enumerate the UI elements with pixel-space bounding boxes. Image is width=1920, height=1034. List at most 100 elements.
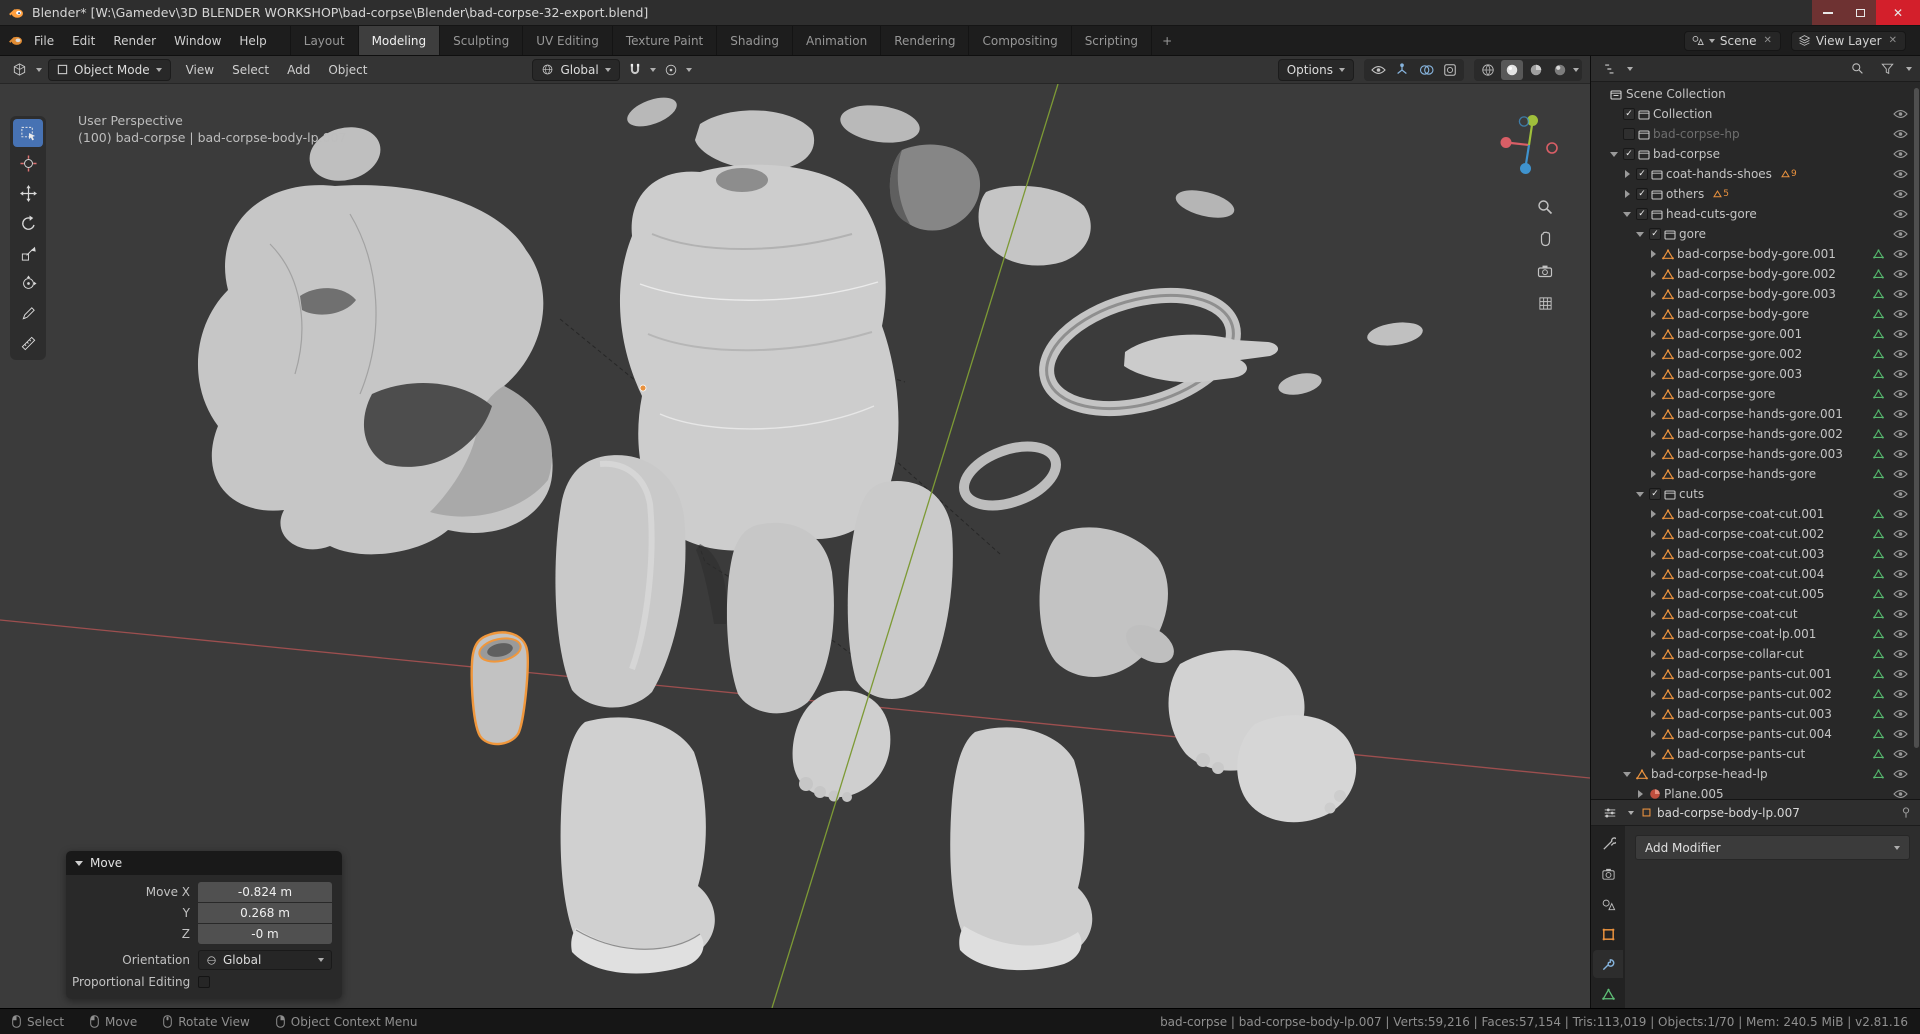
- pan-hand-icon[interactable]: [1534, 228, 1556, 250]
- view-layer-remove-icon[interactable]: ✕: [1887, 35, 1899, 46]
- expand-icon[interactable]: [1647, 608, 1659, 620]
- properties-editor-type-button[interactable]: [1599, 803, 1621, 823]
- properties-tab-data[interactable]: [1593, 980, 1623, 1008]
- menu-file[interactable]: File: [25, 30, 63, 52]
- properties-tab-object[interactable]: [1593, 920, 1623, 948]
- expand-icon[interactable]: [1647, 668, 1659, 680]
- blender-menu-logo-icon[interactable]: [8, 33, 23, 48]
- snap-dropdown-icon[interactable]: [649, 67, 656, 72]
- outliner-row[interactable]: bad-corpse-coat-cut: [1591, 604, 1920, 624]
- expand-icon[interactable]: [1647, 628, 1659, 640]
- visibility-eye-icon[interactable]: [1893, 789, 1908, 799]
- properties-tab-modifier[interactable]: [1593, 950, 1623, 978]
- filter-icon[interactable]: [1876, 59, 1898, 79]
- field-value-y[interactable]: 0.268 m: [198, 903, 332, 923]
- expand-icon[interactable]: [1647, 528, 1659, 540]
- visibility-eye-icon[interactable]: [1893, 109, 1908, 119]
- scene-selector[interactable]: Scene ✕: [1683, 30, 1781, 51]
- outliner-row[interactable]: bad-corpse-coat-cut.003: [1591, 544, 1920, 564]
- outliner-row[interactable]: bad-corpse-gore.001: [1591, 324, 1920, 344]
- expand-icon[interactable]: [1647, 348, 1659, 360]
- workspace-tab-sculpting[interactable]: Sculpting: [440, 26, 524, 55]
- field-value-move-x[interactable]: -0.824 m: [198, 882, 332, 902]
- visibility-eye-icon[interactable]: [1893, 149, 1908, 159]
- expand-icon[interactable]: [1647, 748, 1659, 760]
- outliner-editor-type-button[interactable]: [1599, 59, 1621, 79]
- menu-edit[interactable]: Edit: [63, 30, 104, 52]
- tool-scale[interactable]: [13, 239, 43, 267]
- visibility-eye-icon[interactable]: [1893, 529, 1908, 539]
- properties-tab-scene[interactable]: [1593, 890, 1623, 918]
- visibility-eye-icon[interactable]: [1893, 269, 1908, 279]
- visibility-eye-icon[interactable]: [1893, 129, 1908, 139]
- outliner-row[interactable]: bad-corpse-gore: [1591, 384, 1920, 404]
- minimize-button[interactable]: [1812, 0, 1844, 25]
- outliner-row[interactable]: bad-corpse-pants-cut.003: [1591, 704, 1920, 724]
- camera-view-icon[interactable]: [1534, 260, 1556, 282]
- outliner-row[interactable]: bad-corpse-body-gore.003: [1591, 284, 1920, 304]
- outliner-row[interactable]: bad-corpse-pants-cut.001: [1591, 664, 1920, 684]
- expand-icon[interactable]: [1647, 468, 1659, 480]
- visibility-eye-icon[interactable]: [1893, 709, 1908, 719]
- gizmos-dropdown[interactable]: [1391, 60, 1413, 80]
- filter-dropdown-icon[interactable]: [1906, 66, 1912, 71]
- outliner-row[interactable]: bad-corpse-gore.002: [1591, 344, 1920, 364]
- editor-type-button[interactable]: [8, 60, 30, 80]
- outliner-row[interactable]: bad-corpse-body-gore.001: [1591, 244, 1920, 264]
- outliner-row[interactable]: bad-corpse-coat-lp.001: [1591, 624, 1920, 644]
- overlays-dropdown[interactable]: [1415, 60, 1437, 80]
- scene-unlink-icon[interactable]: ✕: [1761, 35, 1773, 46]
- tool-cursor[interactable]: [13, 149, 43, 177]
- visibility-eye-icon[interactable]: [1893, 349, 1908, 359]
- operator-panel-header[interactable]: Move: [66, 851, 342, 875]
- expand-icon[interactable]: [1647, 568, 1659, 580]
- workspace-tab-uv-editing[interactable]: UV Editing: [523, 26, 613, 55]
- viewport-menu-select[interactable]: Select: [223, 59, 278, 81]
- properties-dropdown-icon[interactable]: [1628, 810, 1634, 815]
- close-button[interactable]: ✕: [1876, 0, 1920, 25]
- expand-icon[interactable]: [1647, 328, 1659, 340]
- transform-orientation-dropdown[interactable]: Global: [532, 58, 620, 81]
- outliner-row[interactable]: ✓ head-cuts-gore: [1591, 204, 1920, 224]
- tool-transform[interactable]: [13, 269, 43, 297]
- shading-wireframe-button[interactable]: [1477, 60, 1499, 80]
- visibility-eye-icon[interactable]: [1893, 449, 1908, 459]
- collection-checkbox[interactable]: ✓: [1636, 188, 1648, 200]
- outliner-row[interactable]: bad-corpse-coat-cut.005: [1591, 584, 1920, 604]
- menu-render[interactable]: Render: [104, 30, 165, 52]
- viewport-menu-add[interactable]: Add: [278, 59, 319, 81]
- field-value-z[interactable]: -0 m: [198, 924, 332, 944]
- collapse-icon[interactable]: [1634, 228, 1646, 240]
- orientation-select[interactable]: Global: [198, 950, 332, 970]
- collapse-icon[interactable]: [1621, 208, 1633, 220]
- xray-toggle[interactable]: [1439, 60, 1461, 80]
- pin-icon[interactable]: [1900, 806, 1912, 819]
- workspace-tab-animation[interactable]: Animation: [793, 26, 882, 55]
- outliner-mode-dropdown-icon[interactable]: [1627, 66, 1633, 71]
- visibility-eye-icon[interactable]: [1893, 429, 1908, 439]
- toggle-grid-icon[interactable]: [1534, 292, 1556, 314]
- shading-material-button[interactable]: [1525, 60, 1547, 80]
- proportional-editing-toggle[interactable]: [660, 60, 682, 80]
- expand-icon[interactable]: [1647, 308, 1659, 320]
- visibility-eye-icon[interactable]: [1893, 769, 1908, 779]
- outliner-row[interactable]: ✓ others 5: [1591, 184, 1920, 204]
- outliner-row[interactable]: bad-corpse-body-gore: [1591, 304, 1920, 324]
- visibility-eye-icon[interactable]: [1893, 669, 1908, 679]
- visibility-eye-icon[interactable]: [1893, 329, 1908, 339]
- collection-checkbox[interactable]: ✓: [1636, 208, 1648, 220]
- outliner-row[interactable]: bad-corpse-body-gore.002: [1591, 264, 1920, 284]
- workspace-tab-shading[interactable]: Shading: [717, 26, 793, 55]
- workspace-tab-texture-paint[interactable]: Texture Paint: [613, 26, 718, 55]
- options-dropdown[interactable]: Options: [1277, 58, 1354, 81]
- expand-icon[interactable]: [1647, 588, 1659, 600]
- workspace-tab-modeling[interactable]: Modeling: [358, 26, 441, 55]
- visibility-eye-icon[interactable]: [1893, 209, 1908, 219]
- visibility-eye-icon[interactable]: [1893, 589, 1908, 599]
- outliner-row[interactable]: ✓ bad-corpse: [1591, 144, 1920, 164]
- viewport-menu-object[interactable]: Object: [319, 59, 376, 81]
- tool-move[interactable]: [13, 179, 43, 207]
- proportional-dropdown-icon[interactable]: [685, 67, 692, 72]
- visibility-eye-icon[interactable]: [1893, 549, 1908, 559]
- collection-checkbox[interactable]: ✓: [1636, 168, 1648, 180]
